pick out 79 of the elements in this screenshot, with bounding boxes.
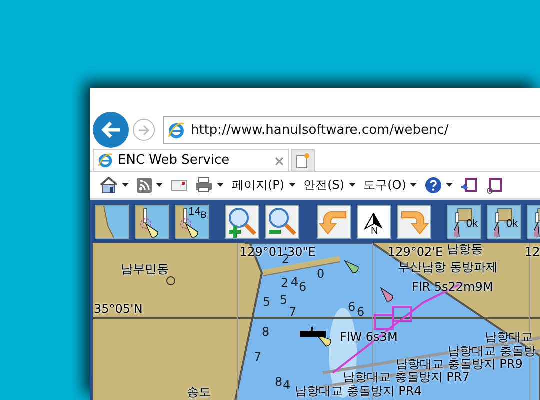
zoom-in-icon [226, 206, 258, 238]
light-description: FlW 6s3M [340, 331, 398, 343]
light-number-tool-button[interactable]: 14$_{B}$ [175, 204, 209, 238]
caret-icon[interactable] [122, 183, 129, 187]
zoom-out-tool-button[interactable] [265, 204, 299, 238]
depth-sounding: 6 [348, 301, 356, 313]
place-name: 남항대교 충돌방지 PR4 [295, 385, 422, 397]
house-icon [100, 176, 118, 194]
browser-tab[interactable]: ENC Web Service [93, 149, 289, 171]
place-name: 남항대교 충돌방지 PR9 [396, 358, 523, 370]
zoom-in-tool-button[interactable] [225, 204, 259, 238]
caret-icon[interactable] [288, 183, 296, 187]
depth-sounding: 4 [283, 379, 291, 391]
landmark-icon [166, 276, 176, 286]
browser-logo-icon [168, 122, 185, 138]
place-name: 남항대교 충돌방 [448, 345, 536, 357]
depth-sounding: 6 [357, 306, 365, 318]
coordinate-label: 12 [525, 246, 540, 258]
place-name: 남부민동 [121, 263, 169, 275]
new-page-icon [296, 152, 310, 168]
address-field[interactable]: http://www.hanulsoftware.com/webenc/ [163, 116, 540, 144]
caret-icon[interactable] [348, 183, 356, 187]
info-marker [374, 306, 412, 330]
forward-arrow-icon [138, 124, 150, 136]
place-name: 남항동 [447, 243, 483, 255]
coordinate-label: 35°05'N [94, 303, 143, 315]
depth-sounding: 7 [289, 306, 297, 318]
caret-icon[interactable] [217, 183, 224, 187]
home-button[interactable] [100, 176, 129, 194]
feed-icon [137, 178, 152, 192]
tool-label: 0k [506, 218, 518, 230]
envelope-icon [171, 180, 187, 190]
menu-button[interactable]: 페이지(P) [232, 176, 296, 194]
printer-icon [195, 177, 213, 193]
notebook-icon [486, 176, 504, 194]
close-icon [275, 156, 284, 166]
tool-label: 0k [466, 218, 478, 230]
mail-button[interactable] [171, 180, 187, 190]
light-tool-button[interactable] [135, 204, 169, 238]
caret-icon[interactable] [156, 183, 163, 187]
note-button[interactable] [461, 176, 478, 194]
browser-logo-icon [98, 153, 113, 168]
depth-sounding: 8 [262, 326, 270, 338]
caret-icon[interactable] [446, 183, 454, 187]
help-button[interactable] [425, 176, 454, 194]
feeds-button[interactable] [137, 178, 163, 192]
coordinate-label: 129°02'E [388, 246, 444, 258]
depth-sounding: 6 [299, 281, 307, 293]
depth-sounding: 5 [280, 294, 288, 306]
scale-tool-button[interactable]: 0k [487, 204, 521, 238]
menu-button[interactable]: 안전(S) [304, 176, 356, 194]
place-name: 송도 [187, 386, 211, 398]
help-icon [425, 176, 442, 194]
depth-sounding: 4 [291, 276, 299, 288]
notebook-icon [461, 176, 478, 194]
beacon-icon [300, 326, 326, 337]
tool-label: 14$_{B}$ [188, 206, 207, 220]
new-tab-button[interactable] [291, 149, 315, 171]
print-button[interactable] [195, 177, 224, 193]
back-arrow-icon [101, 121, 121, 139]
depth-sounding: 2 [281, 277, 289, 289]
light-flare-icon [380, 288, 394, 302]
scale-tool-button[interactable]: 0k [447, 204, 481, 238]
coastline-icon [96, 206, 114, 238]
north-tool-button[interactable]: N [357, 204, 391, 238]
land-tool-button[interactable] [95, 204, 129, 238]
back-button[interactable] [93, 112, 129, 148]
depth-sounding: 5 [263, 296, 271, 308]
depth-sounding: 8 [275, 376, 283, 388]
depth-sounding: 7 [254, 351, 262, 363]
note-link-button[interactable] [486, 176, 504, 194]
light-flare-icon [316, 334, 332, 347]
caret-icon[interactable] [410, 183, 418, 187]
tool-label: N [371, 226, 378, 236]
place-name: 남항대교 충돌방지 PR7 [343, 371, 470, 383]
depth-sounding: 0 [317, 268, 325, 280]
light-flare-icon [344, 260, 359, 274]
menu-button[interactable]: 도구(O) [364, 176, 418, 194]
zoom-out-icon [266, 206, 298, 238]
